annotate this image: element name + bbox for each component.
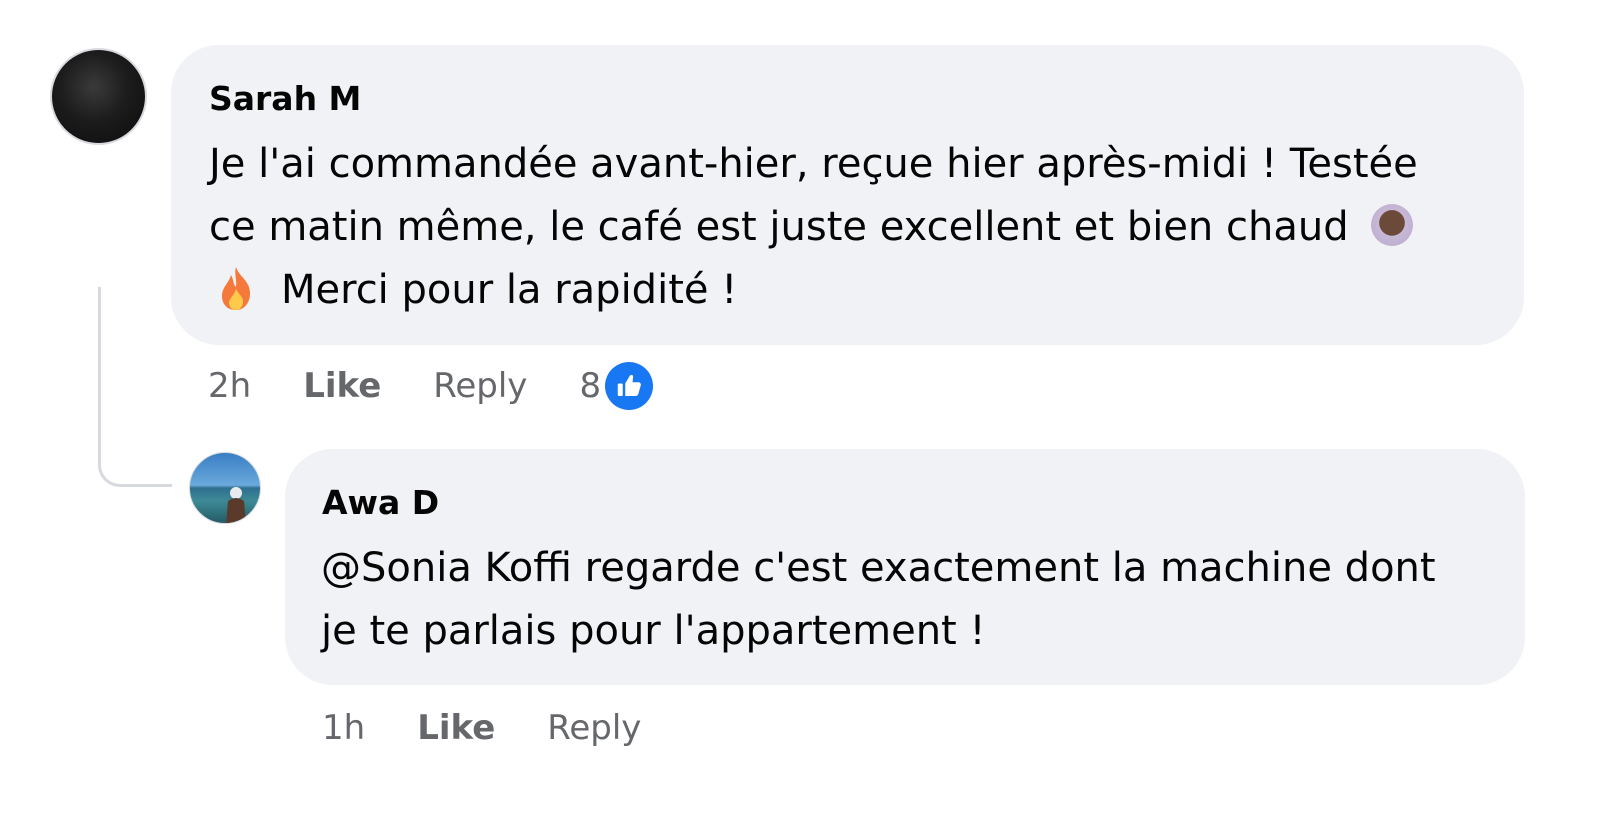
comment-timestamp[interactable]: 1h bbox=[322, 708, 365, 748]
reaction-count: 8 bbox=[579, 366, 602, 406]
reply-button[interactable]: Reply bbox=[433, 366, 527, 406]
thumbs-up-icon bbox=[605, 362, 654, 410]
hot-beverage-icon bbox=[1370, 204, 1413, 246]
comment-text-line: @Sonia Koffi regarde c'est exactement la… bbox=[321, 545, 1436, 591]
comment-author[interactable]: Sarah M bbox=[209, 79, 361, 118]
comment-text-line: ce matin même, le café est juste excelle… bbox=[209, 204, 1349, 250]
avatar-sarah-m[interactable] bbox=[50, 48, 147, 145]
comment-author[interactable]: Awa D bbox=[322, 483, 439, 522]
like-button[interactable]: Like bbox=[417, 708, 495, 748]
comment-actions: 1h Like Reply bbox=[322, 700, 693, 756]
comment-thread: Sarah M Je l'ai commandée avant-hier, re… bbox=[0, 0, 1600, 815]
avatar-awa-d[interactable] bbox=[189, 452, 261, 524]
reply-bubble: Awa D @Sonia Koffi regarde c'est exactem… bbox=[285, 449, 1525, 685]
comment-bubble: Sarah M Je l'ai commandée avant-hier, re… bbox=[171, 45, 1524, 345]
comment-text-line-wrap: Merci pour la rapidité ! bbox=[209, 259, 1499, 322]
comment-text-line: Je l'ai commandée avant-hier, reçue hier… bbox=[209, 141, 1418, 187]
reaction-summary[interactable]: 8 bbox=[579, 362, 654, 410]
comment-actions: 2h Like Reply 8 bbox=[208, 358, 654, 414]
avatar-photo bbox=[226, 487, 246, 523]
comment-text: Je l'ai commandée avant-hier, reçue hier… bbox=[209, 133, 1499, 322]
fire-icon bbox=[222, 267, 251, 310]
comment-text-line: je te parlais pour l'appartement ! bbox=[321, 608, 986, 654]
like-button[interactable]: Like bbox=[303, 366, 381, 406]
comment-text: @Sonia Koffi regarde c'est exactement la… bbox=[321, 537, 1511, 663]
comment-text-line: Merci pour la rapidité ! bbox=[281, 267, 738, 313]
reply-button[interactable]: Reply bbox=[547, 708, 641, 748]
comment-timestamp[interactable]: 2h bbox=[208, 366, 251, 406]
thread-connector-line bbox=[98, 287, 172, 487]
comment-text-line-wrap: ce matin même, le café est juste excelle… bbox=[209, 196, 1499, 259]
